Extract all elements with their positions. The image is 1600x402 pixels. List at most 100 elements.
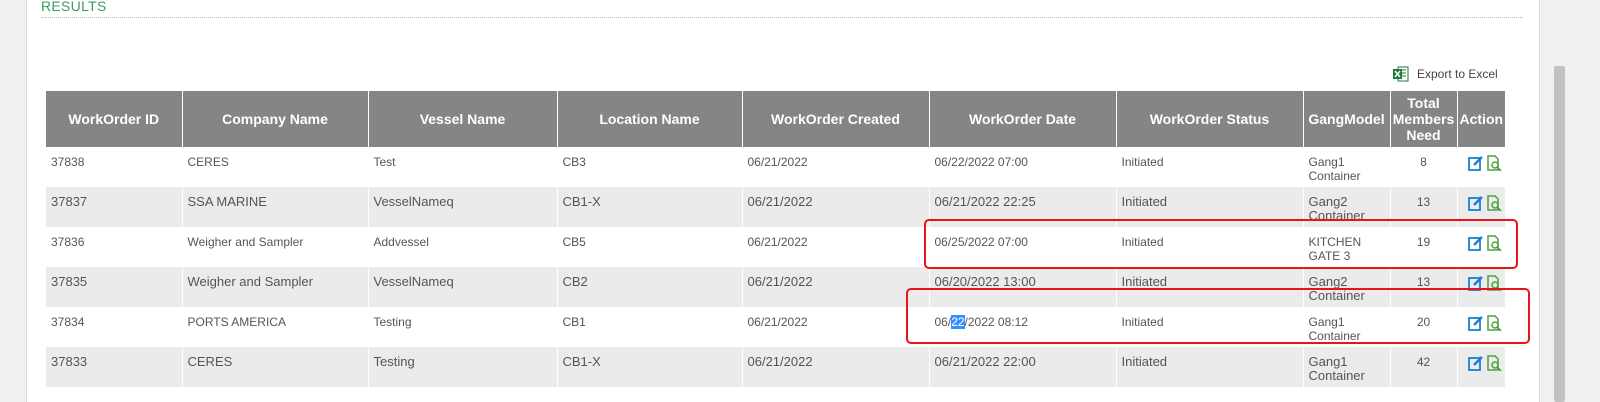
gang-line1: Gang1: [1308, 315, 1345, 329]
workorder-table: WorkOrder ID Company Name Vessel Name Lo…: [46, 91, 1505, 387]
gang-line2: Container: [1308, 329, 1361, 343]
view-document-icon[interactable]: [1486, 275, 1502, 292]
section-divider: [41, 17, 1523, 18]
edit-icon[interactable]: [1467, 355, 1484, 371]
col-workorder-status[interactable]: WorkOrder Status: [1116, 91, 1304, 147]
col-location-name[interactable]: Location Name: [557, 91, 743, 147]
cell-workorder-id: 37838: [46, 147, 183, 187]
cell-workorder-id: 37835: [46, 267, 183, 307]
col-vessel-name[interactable]: Vessel Name: [368, 91, 558, 147]
gang-line2: Container: [1308, 368, 1365, 383]
edit-icon[interactable]: [1467, 275, 1484, 291]
col-company-name[interactable]: Company Name: [182, 91, 369, 147]
cell-status: Initiated: [1116, 187, 1304, 227]
cell-status: Initiated: [1116, 147, 1304, 187]
gang-line2: Container: [1308, 288, 1365, 303]
cell-workorder-id: 37833: [46, 347, 183, 387]
cell-status: Initiated: [1116, 227, 1304, 267]
cell-date: 06/20/2022 13:00: [929, 267, 1117, 307]
cell-gang-model: Gang1 Container: [1303, 307, 1391, 347]
cell-status: Initiated: [1116, 307, 1304, 347]
gang-line1: Gang1: [1308, 155, 1345, 169]
cell-location: CB2: [557, 267, 743, 307]
cell-action: [1457, 307, 1505, 347]
cell-vessel: VesselNameq: [368, 267, 558, 307]
gang-line1: Gang2: [1308, 274, 1348, 289]
selected-text: 22: [951, 315, 965, 329]
cell-action: [1457, 187, 1505, 227]
cell-date: 06/22/2022 08:12: [929, 307, 1117, 347]
cell-company: SSA MARINE: [182, 187, 369, 227]
cell-created: 06/21/2022: [742, 347, 930, 387]
cell-action: [1457, 227, 1505, 267]
cell-gang-model: Gang1 Container: [1303, 347, 1391, 387]
cell-gang-model: Gang2 Container: [1303, 187, 1391, 227]
edit-icon[interactable]: [1467, 195, 1484, 211]
scrollbar-thumb[interactable]: [1554, 66, 1565, 402]
cell-vessel: Addvessel: [368, 227, 558, 267]
cell-members: 20: [1390, 307, 1458, 347]
cell-vessel: VesselNameq: [368, 187, 558, 227]
table-row: 37834 PORTS AMERICA Testing CB1 06/21/20…: [46, 307, 1505, 347]
cell-date: 06/25/2022 07:00: [929, 227, 1117, 267]
cell-location: CB3: [557, 147, 743, 187]
cell-created: 06/21/2022: [742, 267, 930, 307]
cell-date: 06/21/2022 22:25: [929, 187, 1117, 227]
cell-vessel: Testing: [368, 307, 558, 347]
view-document-icon[interactable]: [1486, 315, 1502, 332]
edit-icon[interactable]: [1467, 315, 1484, 331]
gang-line1: Gang1: [1308, 354, 1348, 369]
cell-workorder-id: 37834: [46, 307, 183, 347]
col-gang-model[interactable]: GangModel: [1303, 91, 1391, 147]
edit-icon[interactable]: [1467, 235, 1484, 251]
table-row: 37836 Weigher and Sampler Addvessel CB5 …: [46, 227, 1505, 267]
date-suffix: /2022 08:12: [964, 315, 1028, 329]
cell-workorder-id: 37836: [46, 227, 183, 267]
gang-line2: GATE 3: [1308, 249, 1351, 263]
cell-gang-model: Gang2 Container: [1303, 267, 1391, 307]
vertical-scrollbar[interactable]: [1550, 0, 1568, 402]
cell-vessel: Test: [368, 147, 558, 187]
view-document-icon[interactable]: [1486, 235, 1502, 252]
cell-status: Initiated: [1116, 267, 1304, 307]
view-document-icon[interactable]: [1486, 155, 1502, 172]
cell-action: [1457, 267, 1505, 307]
cell-vessel: Testing: [368, 347, 558, 387]
excel-icon: [1393, 66, 1409, 82]
cell-location: CB1: [557, 307, 743, 347]
edit-icon[interactable]: [1467, 155, 1484, 171]
cell-company: Weigher and Sampler: [182, 227, 369, 267]
cell-members: 8: [1390, 147, 1458, 187]
table-header-row: WorkOrder ID Company Name Vessel Name Lo…: [46, 91, 1505, 147]
col-workorder-created[interactable]: WorkOrder Created: [742, 91, 930, 147]
cell-location: CB1-X: [557, 347, 743, 387]
col-workorder-id[interactable]: WorkOrder ID: [46, 91, 183, 147]
cell-action: [1457, 347, 1505, 387]
cell-company: PORTS AMERICA: [182, 307, 369, 347]
cell-company: Weigher and Sampler: [182, 267, 369, 307]
cell-date: 06/21/2022 22:00: [929, 347, 1117, 387]
export-to-excel-button[interactable]: Export to Excel: [1393, 66, 1498, 82]
col-total-members[interactable]: Total Members Need: [1390, 91, 1458, 147]
cell-date: 06/22/2022 07:00: [929, 147, 1117, 187]
cell-gang-model: KITCHEN GATE 3: [1303, 227, 1391, 267]
cell-company: CERES: [182, 347, 369, 387]
gang-line2: Container: [1308, 208, 1365, 223]
cell-location: CB5: [557, 227, 743, 267]
export-label: Export to Excel: [1417, 67, 1498, 81]
view-document-icon[interactable]: [1486, 195, 1502, 212]
cell-created: 06/21/2022: [742, 147, 930, 187]
table-row: 37837 SSA MARINE VesselNameq CB1-X 06/21…: [46, 187, 1505, 227]
cell-created: 06/21/2022: [742, 307, 930, 347]
cell-members: 13: [1390, 187, 1458, 227]
table-row: 37833 CERES Testing CB1-X 06/21/2022 06/…: [46, 347, 1505, 387]
cell-members: 19: [1390, 227, 1458, 267]
col-workorder-date[interactable]: WorkOrder Date: [929, 91, 1117, 147]
view-document-icon[interactable]: [1486, 355, 1502, 372]
cell-action: [1457, 147, 1505, 187]
cell-created: 06/21/2022: [742, 227, 930, 267]
cell-location: CB1-X: [557, 187, 743, 227]
date-prefix: 06/: [934, 315, 952, 329]
cell-status: Initiated: [1116, 347, 1304, 387]
gang-line1: Gang2: [1308, 194, 1348, 209]
